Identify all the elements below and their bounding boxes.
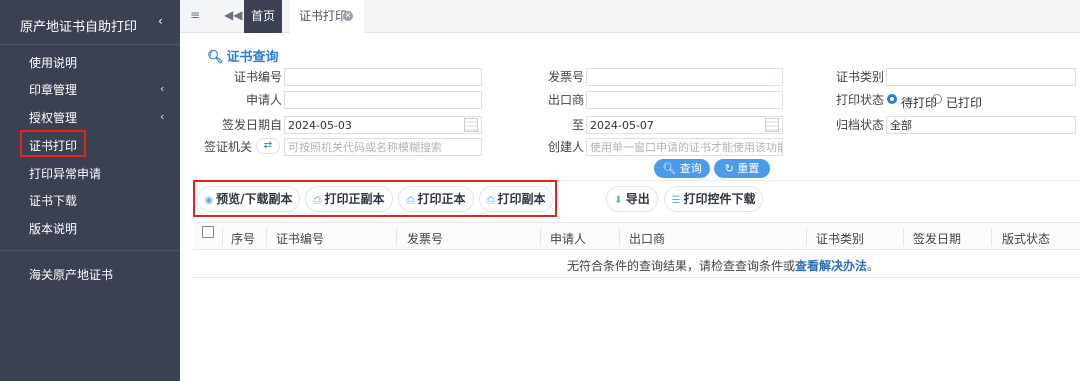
list-icon: ☰ [671, 195, 681, 206]
cert-type-label: 证书类别 [835, 70, 884, 84]
visa-org-input[interactable] [284, 138, 482, 156]
sidebar-item-print-exception[interactable]: 打印异常申请 [29, 165, 101, 182]
empty-tail: 。 [867, 259, 880, 273]
reset-button-label: 重置 [737, 162, 760, 175]
column-divider [266, 228, 267, 246]
col-issue-date[interactable]: 签发日期 [913, 230, 961, 247]
sidebar-item-customs-origin[interactable]: 海关原产地证书 [29, 266, 113, 283]
swap-icon[interactable]: ⇄ [256, 138, 280, 154]
printer-icon: ⎙ [486, 195, 495, 206]
applicant-input[interactable] [284, 91, 482, 109]
column-divider [222, 228, 223, 246]
print-orig-copy-label: 打印正副本 [324, 192, 385, 206]
column-divider [806, 228, 807, 246]
sidebar-collapse-icon[interactable]: ‹ [158, 14, 163, 28]
cert-no-input[interactable] [284, 68, 482, 86]
col-index[interactable]: 序号 [231, 230, 255, 247]
print-orig-label: 打印正本 [417, 192, 466, 206]
column-divider [903, 228, 904, 246]
radio-printed[interactable] [932, 94, 942, 104]
reset-button[interactable]: ↻ 重置 [714, 159, 770, 178]
print-control-download-button[interactable]: ☰ 打印控件下载 [664, 186, 763, 212]
search-icon: 🔍︎ [207, 50, 224, 65]
radio-printed-label: 已打印 [946, 96, 983, 110]
invoice-no-label: 发票号 [547, 70, 584, 84]
sidebar-item-cert-print[interactable]: 证书打印 [29, 137, 77, 154]
column-divider [991, 228, 992, 246]
sidebar-item-auth[interactable]: 授权管理 [29, 109, 77, 126]
col-cert-type[interactable]: 证书类别 [816, 230, 864, 247]
download-icon: ⬇ [614, 195, 623, 206]
col-invoice-no[interactable]: 发票号 [407, 230, 443, 247]
sidebar-divider [0, 250, 180, 251]
sidebar: 原产地证书自助打印 ‹ 使用说明 印章管理 ‹ 授权管理 ‹ 证书打印 打印异常… [0, 0, 180, 381]
cert-no-label: 证书编号 [233, 70, 282, 84]
search-icon: 🔍︎ [662, 162, 680, 175]
col-applicant[interactable]: 申请人 [550, 230, 586, 247]
empty-result-message: 无符合条件的查询结果，请检查查询条件或查看解决办法。 [567, 257, 879, 274]
exporter-label: 出口商 [547, 93, 584, 107]
empty-text: 无符合条件的查询结果，请检查查询条件或 [567, 259, 796, 273]
export-button[interactable]: ⬇ 导出 [606, 186, 658, 212]
print-copy-label: 打印副本 [497, 192, 546, 206]
chevron-left-icon[interactable]: ‹ [160, 110, 164, 123]
eye-icon: ◉ [204, 195, 214, 206]
section-title-text: 证书查询 [226, 50, 279, 65]
double-chevron-left-icon[interactable]: ◀◀ [224, 8, 242, 22]
preview-download-copy-button[interactable]: ◉ 预览/下载副本 [197, 186, 300, 212]
search-button-label: 查询 [679, 162, 702, 175]
search-button[interactable]: 🔍︎ 查询 [654, 159, 710, 178]
top-bar: ≡ ◀◀ 首页 证书打印 ✕ [180, 0, 1080, 33]
creator-label: 创建人 [547, 140, 584, 154]
column-divider [619, 228, 620, 246]
col-exporter[interactable]: 出口商 [629, 230, 665, 247]
sidebar-divider [0, 44, 180, 45]
select-all-checkbox[interactable] [202, 226, 214, 238]
solution-link[interactable]: 查看解决办法 [795, 259, 867, 273]
issue-date-from-input[interactable] [284, 116, 482, 134]
print-control-download-label: 打印控件下载 [683, 192, 756, 206]
archive-status-select[interactable] [886, 116, 1076, 134]
preview-label: 预览/下载副本 [216, 192, 293, 206]
radio-pending[interactable] [887, 94, 897, 104]
tab-home[interactable]: 首页 [244, 0, 282, 33]
column-divider [540, 228, 541, 246]
calendar-icon[interactable] [765, 118, 779, 132]
sidebar-item-usage[interactable]: 使用说明 [29, 54, 77, 71]
print-original-button[interactable]: ⎙ 打印正本 [398, 186, 474, 212]
chevron-left-icon[interactable]: ‹ [160, 82, 164, 95]
printer-icon: ⎙ [406, 195, 415, 206]
print-original-copy-button[interactable]: ⎙ 打印正副本 [305, 186, 393, 212]
print-copy-button[interactable]: ⎙ 打印副本 [479, 186, 553, 212]
issue-date-to-label: 至 [571, 118, 584, 132]
col-format-status[interactable]: 版式状态 [1002, 230, 1050, 247]
tab-label: 证书打印 [299, 9, 348, 23]
sidebar-item-cert-download[interactable]: 证书下载 [29, 192, 77, 209]
calendar-icon[interactable] [464, 118, 478, 132]
sidebar-item-seal[interactable]: 印章管理 [29, 81, 77, 98]
printer-icon: ⎙ [313, 195, 322, 206]
issue-date-from-label: 签发日期自 [221, 118, 282, 132]
issue-date-to-input[interactable] [586, 116, 783, 134]
sidebar-item-version[interactable]: 版本说明 [29, 220, 77, 237]
exporter-input[interactable] [586, 91, 783, 109]
refresh-icon: ↻ [724, 162, 738, 175]
close-icon[interactable]: ✕ [343, 11, 353, 21]
visa-org-label: 签证机关 [203, 140, 252, 154]
invoice-no-input[interactable] [586, 68, 783, 86]
column-divider [396, 228, 397, 246]
applicant-label: 申请人 [245, 93, 282, 107]
export-label: 导出 [625, 192, 650, 206]
hamburger-icon[interactable]: ≡ [190, 8, 200, 22]
archive-status-label: 归档状态 [835, 118, 884, 132]
section-title: 🔍︎ 证书查询 [207, 46, 279, 65]
col-cert-no[interactable]: 证书编号 [276, 230, 324, 247]
cert-type-select[interactable] [886, 68, 1076, 86]
tab-cert-print[interactable]: 证书打印 ✕ [290, 0, 364, 33]
creator-input[interactable] [586, 138, 783, 156]
print-status-label: 打印状态 [835, 93, 884, 107]
sidebar-app-title[interactable]: 原产地证书自助打印 [20, 16, 137, 35]
